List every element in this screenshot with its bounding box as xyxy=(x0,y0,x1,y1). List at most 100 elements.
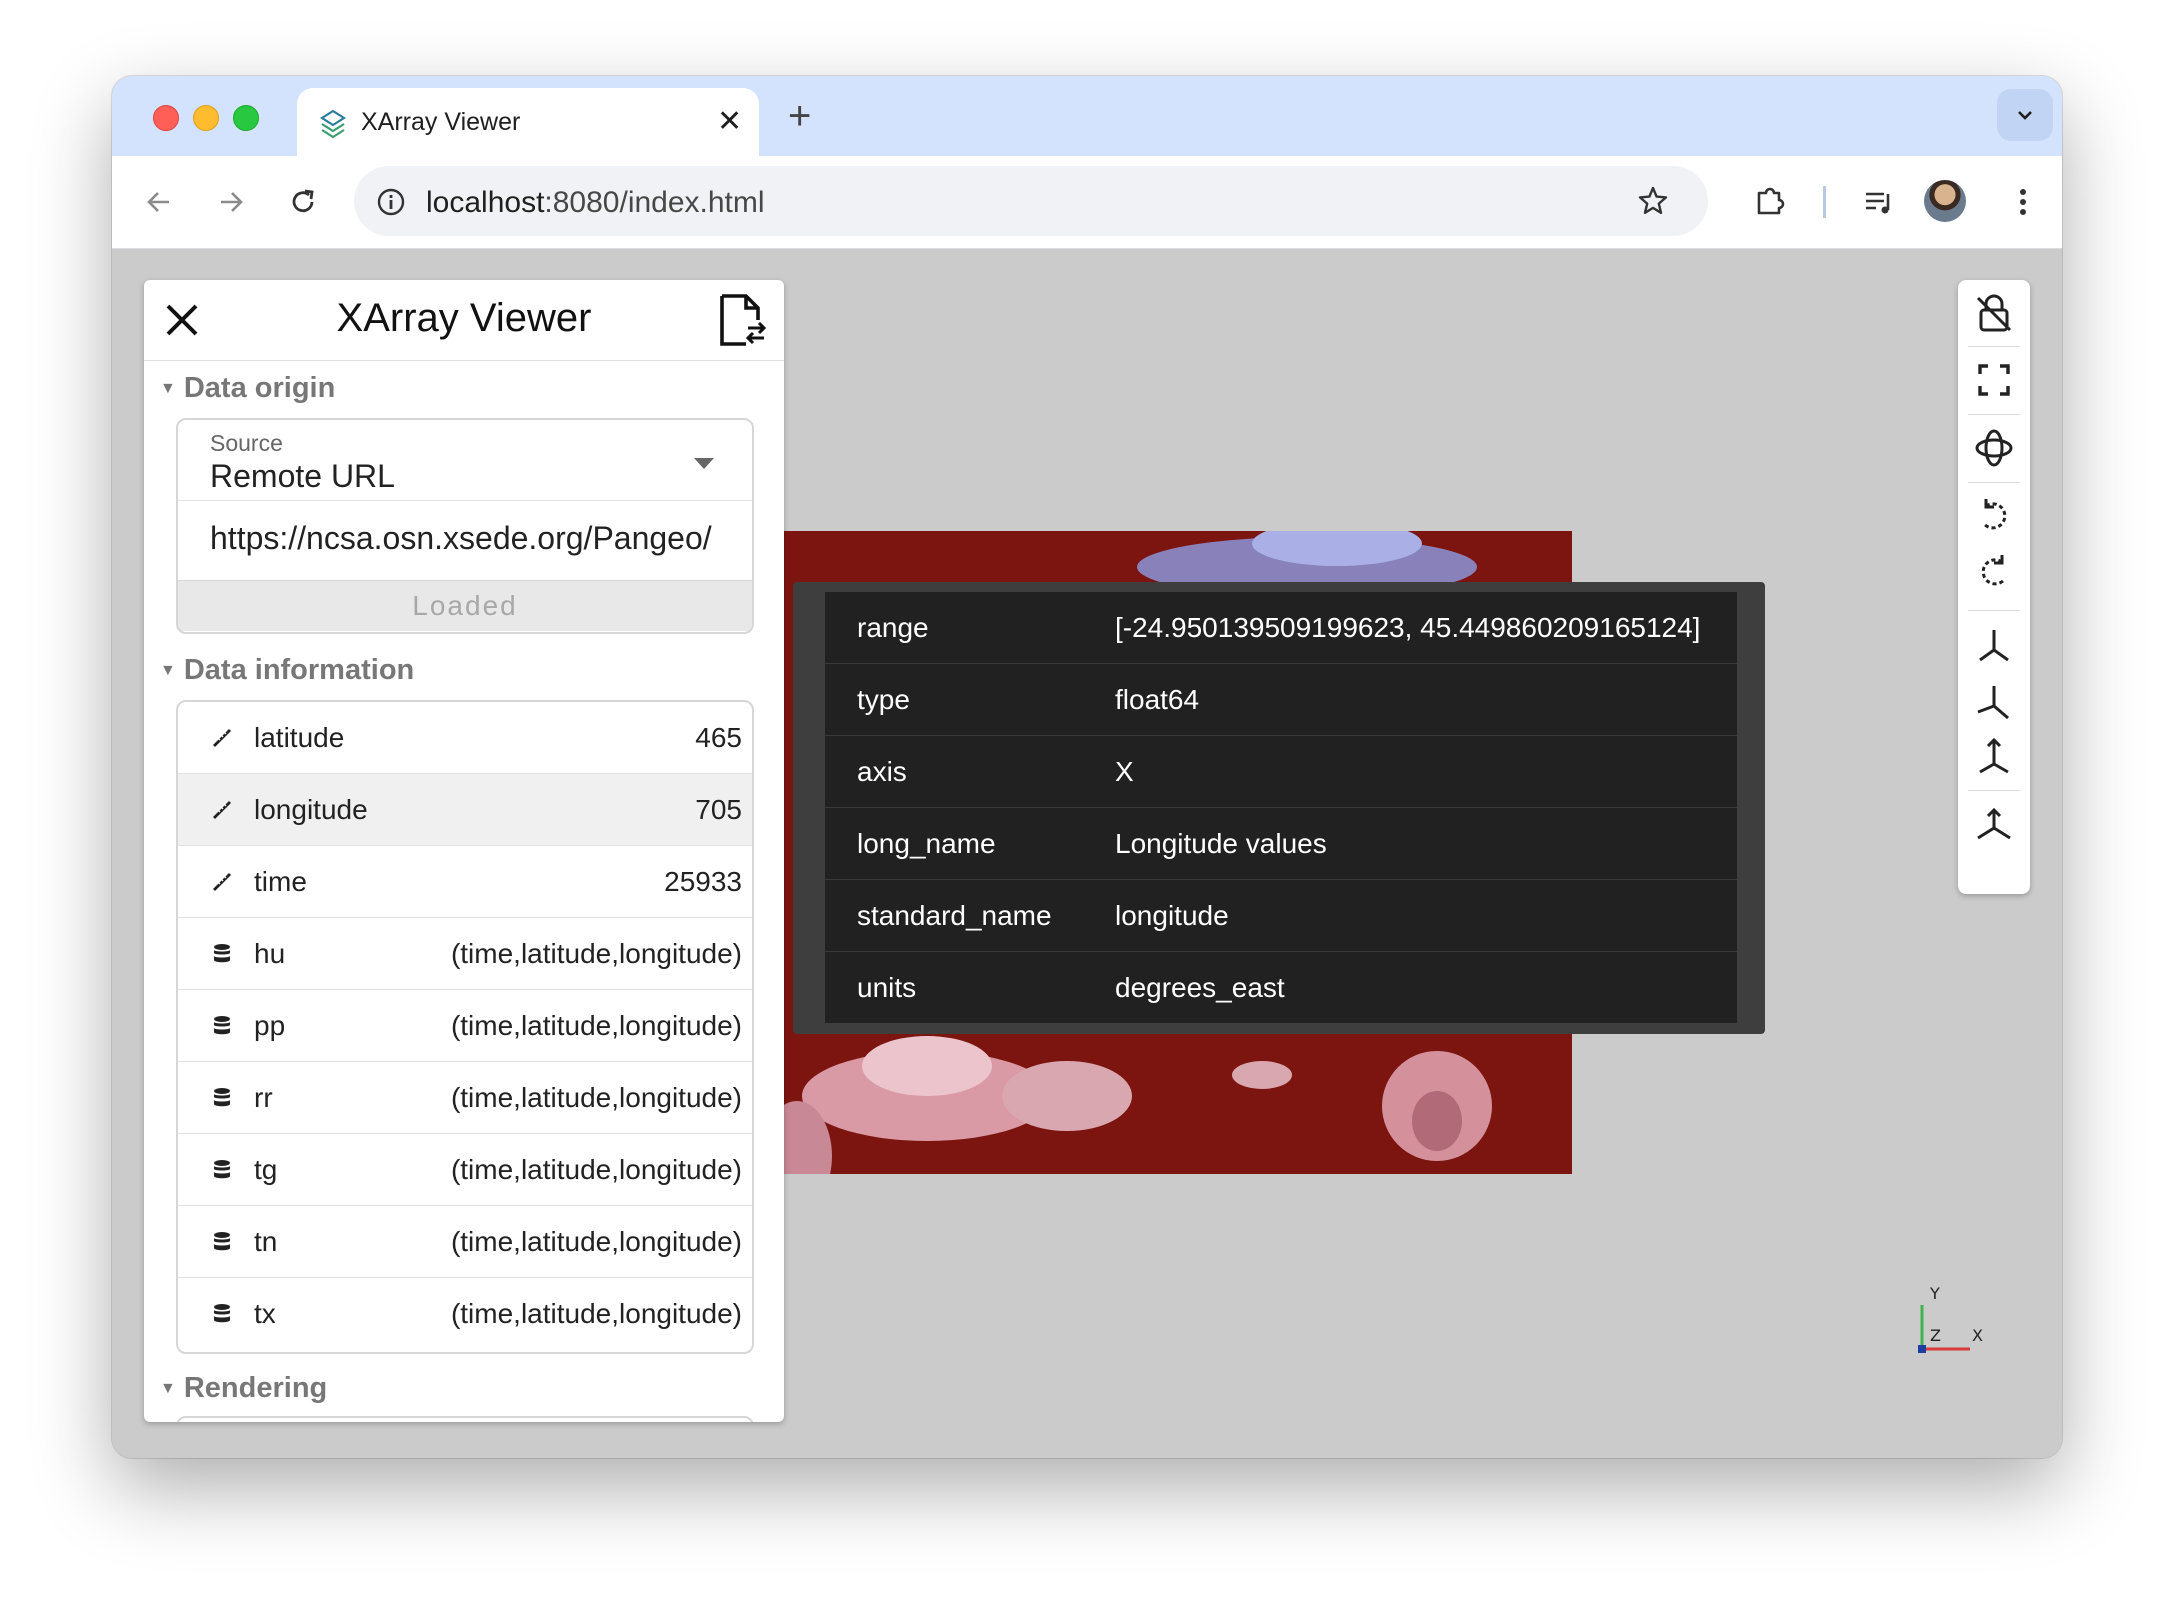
data-row-name: latitude xyxy=(254,722,345,753)
data-row-pp[interactable]: pp (time,latitude,longitude) xyxy=(178,990,752,1062)
attribute-key: long_name xyxy=(825,807,1083,880)
data-row-time[interactable]: time 25933 xyxy=(178,846,752,918)
address-bar[interactable]: localhost:8080/index.html xyxy=(354,166,1708,236)
database-icon xyxy=(210,1014,234,1038)
back-icon[interactable] xyxy=(137,180,181,224)
data-row-longitude[interactable]: longitude 705 xyxy=(178,774,752,846)
attribute-row: type float64 xyxy=(825,663,1737,736)
load-button[interactable]: Loaded xyxy=(178,580,752,631)
database-icon xyxy=(210,1230,234,1254)
attribute-row: range [-24.950139509199623, 45.4498602091… xyxy=(825,592,1737,664)
attribute-key: range xyxy=(825,592,1083,664)
data-row-value: (time,latitude,longitude) xyxy=(450,1082,742,1113)
database-icon xyxy=(210,1086,234,1110)
attribute-value: [-24.950139509199623, 45.449860209165124… xyxy=(1083,592,1737,664)
rotate-left-icon[interactable] xyxy=(1972,494,2016,538)
tab-strip: XArray Viewer ✕ + xyxy=(112,76,2062,156)
data-row-name: pp xyxy=(254,1010,286,1041)
tab-title: XArray Viewer xyxy=(361,108,521,136)
data-row-value: 705 xyxy=(695,794,742,825)
view-axis-x-icon[interactable] xyxy=(1972,624,2016,668)
minimize-window-button[interactable] xyxy=(193,105,219,131)
orientation-axes-widget: Y X Z xyxy=(1918,1284,1983,1353)
attribute-key: standard_name xyxy=(825,879,1083,952)
axis-z-label: Z xyxy=(1930,1326,1941,1345)
close-tab-icon[interactable]: ✕ xyxy=(717,102,742,142)
data-row-value: 465 xyxy=(695,722,742,753)
tab-search-button[interactable] xyxy=(1997,89,2053,141)
profile-avatar[interactable] xyxy=(1924,180,1966,222)
view-axis-z-icon[interactable] xyxy=(1972,736,2016,780)
forward-icon[interactable] xyxy=(209,180,253,224)
data-row-value: (time,latitude,longitude) xyxy=(450,1154,742,1185)
attribute-value: X xyxy=(1083,735,1737,808)
data-row-value: (time,latitude,longitude) xyxy=(450,1226,742,1257)
toolbar-divider xyxy=(1823,186,1826,218)
caret-down-icon: ▼ xyxy=(160,380,176,398)
section-rendering[interactable]: ▼ Rendering xyxy=(160,1372,327,1405)
media-controls-icon[interactable] xyxy=(1857,180,1901,224)
lock-off-icon[interactable] xyxy=(1972,292,2016,336)
data-row-name: time xyxy=(254,866,307,897)
extensions-icon[interactable] xyxy=(1748,180,1792,224)
attribute-row: long_name Longitude values xyxy=(825,807,1737,880)
rotate-3d-icon[interactable] xyxy=(1972,426,2016,470)
dropdown-arrow-icon xyxy=(694,458,714,469)
data-row-tn[interactable]: tn (time,latitude,longitude) xyxy=(178,1206,752,1278)
rotate-right-icon[interactable] xyxy=(1972,550,2016,594)
attribute-key: units xyxy=(857,971,917,1003)
axis-x-label: X xyxy=(1972,1326,1983,1345)
close-window-button[interactable] xyxy=(153,105,179,131)
data-row-tx[interactable]: tx (time,latitude,longitude) xyxy=(178,1278,752,1349)
ruler-icon xyxy=(210,726,234,750)
url-text[interactable]: localhost:8080/index.html xyxy=(426,186,765,220)
url-input[interactable]: https://ncsa.osn.xsede.org/Pangeo/ xyxy=(210,520,720,557)
data-row-latitude[interactable]: latitude 465 xyxy=(178,702,752,774)
attribute-value: longitude xyxy=(1083,879,1737,952)
bookmark-star-icon[interactable] xyxy=(1636,184,1670,218)
view-isometric-icon[interactable] xyxy=(1972,804,2016,848)
new-tab-button[interactable]: + xyxy=(788,94,811,138)
database-icon xyxy=(210,942,234,966)
attribute-value: float64 xyxy=(1083,663,1737,736)
view-axis-y-icon[interactable] xyxy=(1972,680,2016,724)
axis-y-label: Y xyxy=(1929,1284,1940,1303)
database-icon xyxy=(210,1158,234,1182)
control-panel: XArray Viewer ▼ Data origin Source Remote… xyxy=(144,280,784,1422)
viewer-viewport[interactable]: range [-24.950139509199623, 45.4498602091… xyxy=(112,249,2062,1458)
attribute-table: range [-24.950139509199623, 45.4498602091… xyxy=(825,592,1737,1023)
reload-icon[interactable] xyxy=(281,180,325,224)
data-origin-card: Source Remote URL https://ncsa.osn.xsede… xyxy=(176,418,754,634)
data-row-value: (time,latitude,longitude) xyxy=(450,938,742,969)
attribute-value: Longitude values xyxy=(1083,807,1737,880)
view-toolbar xyxy=(1958,280,2030,894)
caret-down-icon: ▼ xyxy=(160,662,176,680)
more-menu-icon[interactable] xyxy=(2001,180,2045,224)
data-row-rr[interactable]: rr (time,latitude,longitude) xyxy=(178,1062,752,1134)
data-row-name: rr xyxy=(254,1082,273,1113)
maximize-window-button[interactable] xyxy=(233,105,259,131)
data-row-name: hu xyxy=(254,938,286,969)
data-row-tg[interactable]: tg (time,latitude,longitude) xyxy=(178,1134,752,1206)
source-label: Source xyxy=(210,430,283,456)
file-swap-icon[interactable] xyxy=(716,292,768,348)
site-info-icon[interactable] xyxy=(376,187,406,217)
panel-title: XArray Viewer xyxy=(336,296,592,340)
attribute-row: axis X xyxy=(825,735,1737,808)
attribute-row: standard_name longitude xyxy=(825,879,1737,952)
source-select[interactable]: Source Remote URL xyxy=(178,420,752,500)
chevron-down-icon xyxy=(2018,110,2032,120)
data-information-list: latitude 465 longitude 705 time 25933 hu (time,… xyxy=(176,700,754,1354)
browser-toolbar: localhost:8080/index.html xyxy=(112,156,2062,249)
panel-header: XArray Viewer xyxy=(144,280,784,361)
database-icon xyxy=(210,1302,234,1326)
section-data-information[interactable]: ▼ Data information xyxy=(160,654,414,687)
ruler-icon xyxy=(210,870,234,894)
caret-down-icon: ▼ xyxy=(160,1380,176,1398)
fullscreen-icon[interactable] xyxy=(1972,358,2016,402)
tab-xarray-viewer[interactable]: XArray Viewer ✕ xyxy=(297,88,759,156)
data-row-hu[interactable]: hu (time,latitude,longitude) xyxy=(178,918,752,990)
data-row-name: tx xyxy=(254,1298,276,1329)
data-row-name: tg xyxy=(254,1154,278,1185)
section-data-origin[interactable]: ▼ Data origin xyxy=(160,372,335,405)
